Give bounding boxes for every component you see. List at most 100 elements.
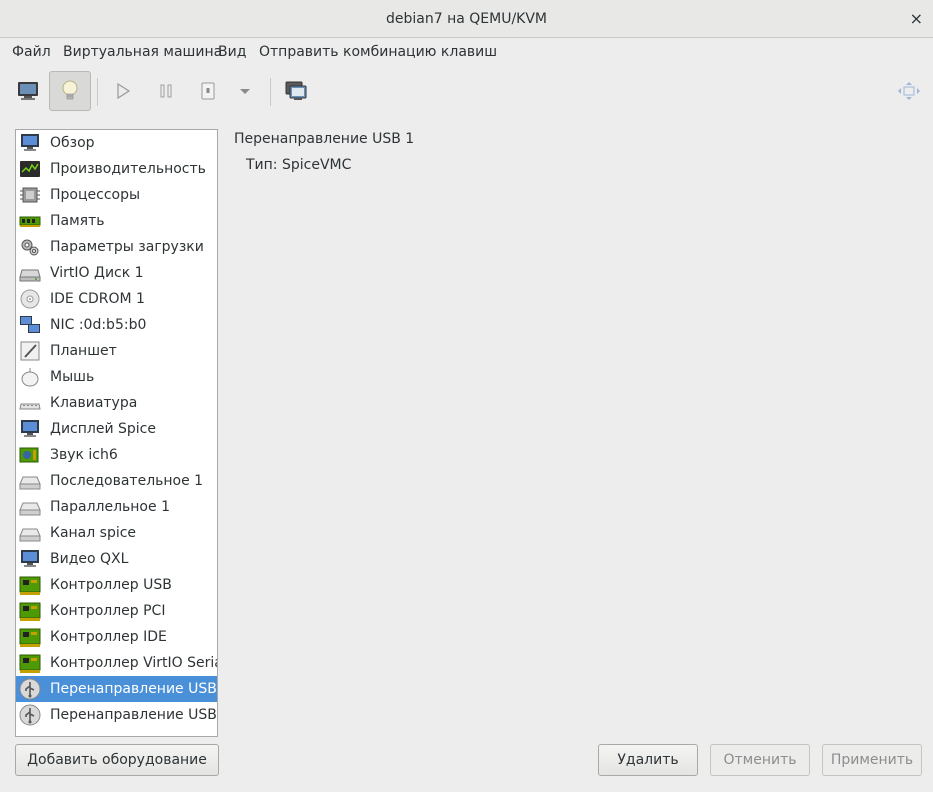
- hardware-list-item[interactable]: Производительность: [16, 156, 217, 182]
- hardware-list-item-label: Контроллер VirtIO Serial: [50, 655, 218, 671]
- cancel-button[interactable]: Отменить: [710, 744, 810, 776]
- hardware-list[interactable]: Обзор Производительность Процессоры Память П…: [15, 129, 218, 737]
- run-button[interactable]: [102, 71, 144, 111]
- hardware-list-item-label: Видео QXL: [50, 551, 129, 567]
- menu-virtual-machine[interactable]: Виртуальная машина: [63, 44, 222, 60]
- hardware-list-item[interactable]: IDE CDROM 1: [16, 286, 217, 312]
- menu-file[interactable]: Файл: [12, 44, 51, 60]
- keyboard-icon: [19, 392, 41, 414]
- shutdown-icon: [201, 82, 215, 100]
- gears-icon: [19, 236, 41, 258]
- hardware-list-item[interactable]: Перенаправление USB 2: [16, 702, 217, 728]
- hardware-list-item[interactable]: Параллельное 1: [16, 494, 217, 520]
- hardware-list-item[interactable]: Память: [16, 208, 217, 234]
- snapshots-button[interactable]: [275, 71, 317, 111]
- cdrom-icon: [19, 288, 41, 310]
- snapshots-icon: [285, 81, 307, 100]
- usb-redirect-icon: [19, 678, 41, 700]
- hardware-list-item-label: Перенаправление USB 1: [50, 681, 218, 697]
- hardware-list-item-label: Звук ich6: [50, 447, 118, 463]
- sound-icon: [19, 444, 41, 466]
- menu-send-key[interactable]: Отправить комбинацию клавиш: [259, 44, 497, 60]
- performance-icon: [19, 158, 41, 180]
- cpu-icon: [19, 184, 41, 206]
- window-titlebar[interactable]: debian7 на QEMU/KVM ×: [0, 0, 933, 38]
- hardware-list-item-label: Перенаправление USB 2: [50, 707, 218, 723]
- hardware-list-item[interactable]: Обзор: [16, 130, 217, 156]
- shutdown-menu-button[interactable]: [224, 71, 266, 111]
- hardware-list-item-label: Параллельное 1: [50, 499, 170, 515]
- hardware-list-item-label: Планшет: [50, 343, 117, 359]
- apply-button[interactable]: Применить: [822, 744, 922, 776]
- close-icon[interactable]: ×: [910, 9, 923, 28]
- toolbar-separator: [97, 78, 98, 106]
- disk-icon: [19, 262, 41, 284]
- hardware-list-item[interactable]: Контроллер USB: [16, 572, 217, 598]
- run-icon: [117, 82, 131, 100]
- hardware-list-item[interactable]: Контроллер IDE: [16, 624, 217, 650]
- type-label: Тип:: [246, 157, 278, 173]
- network-icon: [19, 314, 41, 336]
- console-button[interactable]: [7, 71, 49, 111]
- console-icon: [18, 82, 38, 100]
- tablet-icon: [19, 340, 41, 362]
- controller-card-icon: [19, 626, 41, 648]
- hardware-list-item[interactable]: Видео QXL: [16, 546, 217, 572]
- fullscreen-icon: [898, 82, 920, 100]
- pause-icon: [160, 84, 172, 98]
- device-details-title: Перенаправление USB 1: [234, 131, 415, 147]
- details-lightbulb-icon: [62, 80, 78, 100]
- shutdown-button[interactable]: [187, 71, 229, 111]
- hardware-list-item-label: Процессоры: [50, 187, 141, 203]
- hardware-list-item[interactable]: NIC :0d:b5:b0: [16, 312, 217, 338]
- hardware-list-item[interactable]: Перенаправление USB 1: [16, 676, 217, 702]
- controller-card-icon: [19, 574, 41, 596]
- menubar: Файл Виртуальная машина Вид Отправить ко…: [0, 38, 933, 66]
- hardware-list-item[interactable]: Параметры загрузки: [16, 234, 217, 260]
- hardware-list-item-label: Контроллер USB: [50, 577, 172, 593]
- mouse-icon: [19, 366, 41, 388]
- serial-icon: [19, 470, 41, 492]
- toolbar: [0, 66, 933, 118]
- memory-icon: [19, 210, 41, 232]
- pause-button[interactable]: [145, 71, 187, 111]
- hardware-list-item[interactable]: Последовательное 1: [16, 468, 217, 494]
- hardware-list-item-label: Обзор: [50, 135, 95, 151]
- hardware-list-item[interactable]: Дисплей Spice: [16, 416, 217, 442]
- dropdown-arrow-icon: [240, 89, 250, 94]
- hardware-list-item-label: Производительность: [50, 161, 206, 177]
- hardware-list-item[interactable]: Канал spice: [16, 520, 217, 546]
- hardware-list-item[interactable]: Процессоры: [16, 182, 217, 208]
- usb-redirect-icon: [19, 704, 41, 726]
- video-icon: [19, 548, 41, 570]
- monitor-icon: [19, 132, 41, 154]
- hardware-list-item[interactable]: Контроллер VirtIO Serial: [16, 650, 217, 676]
- hardware-list-item-label: Последовательное 1: [50, 473, 204, 489]
- hardware-list-item[interactable]: Клавиатура: [16, 390, 217, 416]
- add-hardware-button[interactable]: Добавить оборудование: [15, 744, 219, 776]
- hardware-list-item-label: NIC :0d:b5:b0: [50, 317, 147, 333]
- hardware-list-item-label: VirtIO Диск 1: [50, 265, 144, 281]
- toolbar-separator: [270, 78, 271, 106]
- menu-view[interactable]: Вид: [218, 44, 246, 60]
- hardware-list-item[interactable]: Контроллер PCI: [16, 598, 217, 624]
- hardware-list-item-label: IDE CDROM 1: [50, 291, 145, 307]
- hardware-list-item-label: Память: [50, 213, 105, 229]
- window-title: debian7 на QEMU/KVM: [385, 11, 547, 27]
- remove-button[interactable]: Удалить: [598, 744, 698, 776]
- parallel-icon: [19, 496, 41, 518]
- hardware-list-item-label: Параметры загрузки: [50, 239, 204, 255]
- hardware-list-item[interactable]: Мышь: [16, 364, 217, 390]
- controller-card-icon: [19, 652, 41, 674]
- fullscreen-button[interactable]: [888, 71, 930, 111]
- hardware-list-item[interactable]: VirtIO Диск 1: [16, 260, 217, 286]
- hardware-list-item[interactable]: Планшет: [16, 338, 217, 364]
- hardware-list-item[interactable]: Звук ich6: [16, 442, 217, 468]
- hardware-list-item-label: Канал spice: [50, 525, 137, 541]
- hardware-list-item-label: Дисплей Spice: [50, 421, 156, 437]
- channel-icon: [19, 522, 41, 544]
- hardware-list-item-label: Контроллер PCI: [50, 603, 166, 619]
- hardware-list-item-label: Клавиатура: [50, 395, 138, 411]
- details-button[interactable]: [49, 71, 91, 111]
- hardware-list-item-label: Контроллер IDE: [50, 629, 167, 645]
